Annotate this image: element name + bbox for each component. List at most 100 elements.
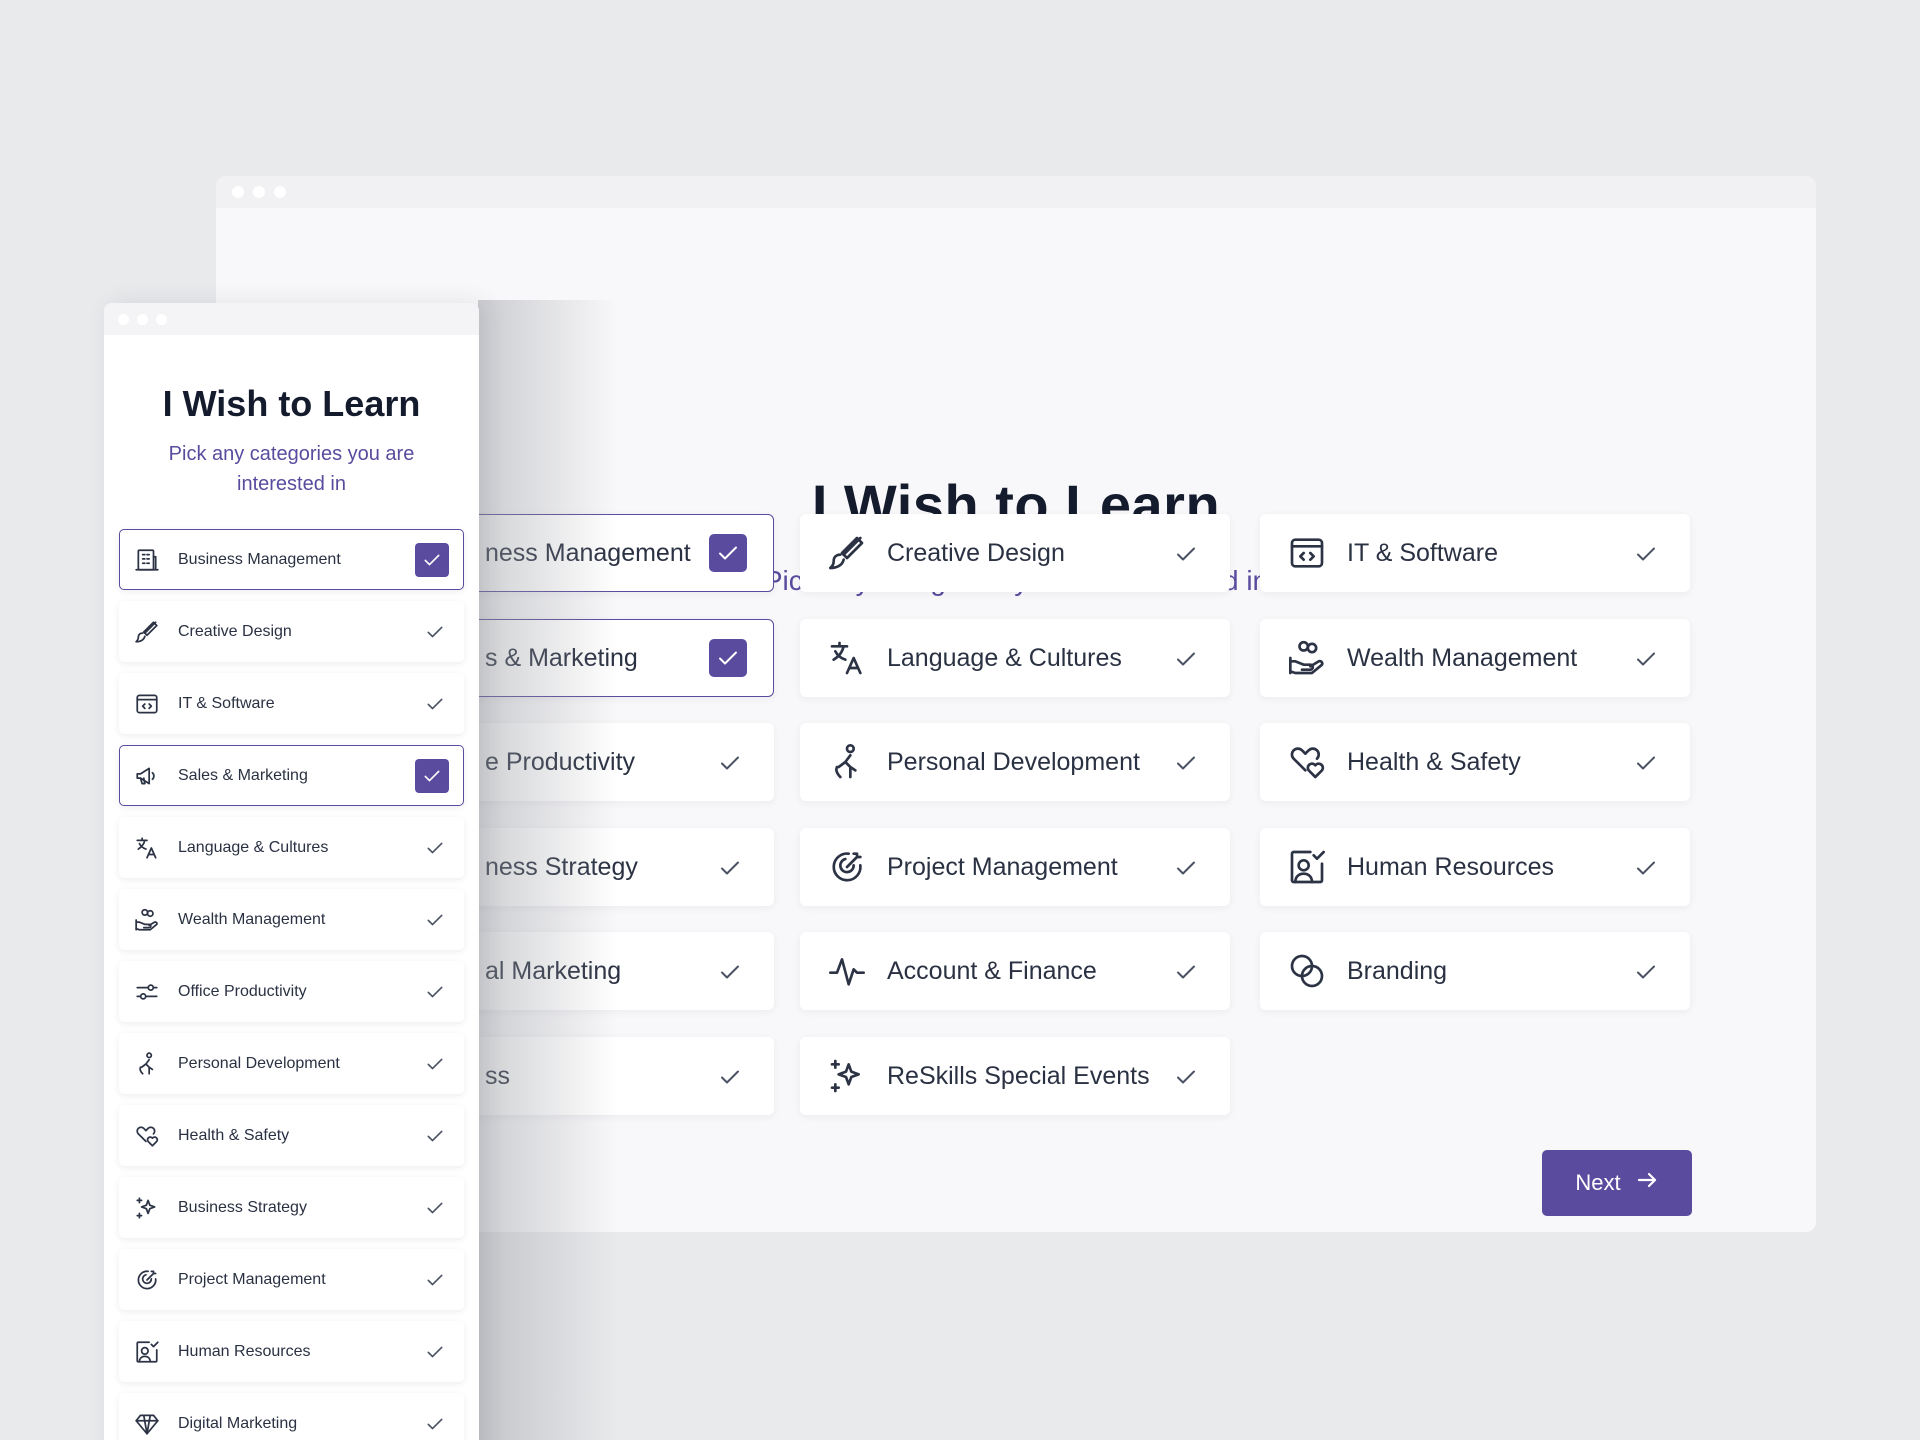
checkbox-checked[interactable] <box>415 543 449 577</box>
category-label: Business Strategy <box>178 1199 307 1216</box>
category-card-creative-design[interactable]: Creative Design <box>800 514 1230 592</box>
check-icon[interactable] <box>713 1060 747 1094</box>
stage: I Wish to Learn Pick any categories you … <box>0 0 1920 1440</box>
next-button-label: Next <box>1575 1170 1621 1195</box>
check-icon[interactable] <box>713 851 747 885</box>
check-icon[interactable] <box>713 746 747 780</box>
check-icon[interactable] <box>423 1124 447 1148</box>
check-icon[interactable] <box>423 836 447 860</box>
category-card-office-productivity[interactable]: Office Productivity <box>119 961 464 1022</box>
checkbox-checked[interactable] <box>415 759 449 793</box>
category-card-branding[interactable]: Branding <box>1260 932 1690 1010</box>
person-walking-icon <box>827 742 867 782</box>
check-icon[interactable] <box>1169 537 1203 571</box>
code-window-icon <box>1287 533 1327 573</box>
category-label: Language & Cultures <box>887 644 1122 672</box>
check-icon[interactable] <box>423 908 447 932</box>
category-card-business-management[interactable]: Business Management <box>119 529 464 590</box>
category-card-human-resources[interactable]: Human Resources <box>1260 828 1690 906</box>
check-icon[interactable] <box>1169 642 1203 676</box>
sparkles-icon <box>134 1195 160 1221</box>
window-shadow <box>478 300 618 1440</box>
category-card-it-and-software[interactable]: IT & Software <box>119 673 464 734</box>
mobile-window: I Wish to Learn Pick any categories you … <box>104 303 479 1440</box>
check-icon[interactable] <box>1629 851 1663 885</box>
translate-icon <box>134 835 160 861</box>
check-icon[interactable] <box>1629 746 1663 780</box>
check-icon[interactable] <box>423 980 447 1004</box>
category-label: Health & Safety <box>178 1127 290 1144</box>
person-walking-icon <box>134 1051 160 1077</box>
check-icon[interactable] <box>423 1052 447 1076</box>
user-check-icon <box>134 1339 160 1365</box>
check-icon[interactable] <box>423 1196 447 1220</box>
category-label: Project Management <box>178 1271 326 1288</box>
category-card-business-strategy[interactable]: Business Strategy <box>119 1177 464 1238</box>
check-icon[interactable] <box>423 1412 447 1436</box>
category-label: Health & Safety <box>1347 748 1521 776</box>
sliders-icon <box>134 979 160 1005</box>
checkbox-checked[interactable] <box>709 534 747 572</box>
target-icon <box>134 1267 160 1293</box>
check-icon[interactable] <box>1169 1060 1203 1094</box>
category-card-personal-development[interactable]: Personal Development <box>119 1033 464 1094</box>
window-dot <box>137 313 148 325</box>
category-label: Account & Finance <box>887 957 1097 985</box>
check-icon[interactable] <box>1629 537 1663 571</box>
category-label: Wealth Management <box>178 911 326 928</box>
mobile-page-title: I Wish to Learn <box>162 383 421 424</box>
check-icon[interactable] <box>1169 955 1203 989</box>
category-card-personal-development[interactable]: Personal Development <box>800 723 1230 801</box>
checkbox-checked[interactable] <box>709 639 747 677</box>
category-card-health-and-safety[interactable]: Health & Safety <box>1260 723 1690 801</box>
check-icon[interactable] <box>1169 746 1203 780</box>
category-label: Human Resources <box>178 1343 311 1360</box>
category-label: ReSkills Special Events <box>887 1062 1150 1090</box>
category-card-language-and-cultures[interactable]: Language & Cultures <box>119 817 464 878</box>
category-label: Wealth Management <box>1347 644 1578 672</box>
hand-coins-icon <box>1287 638 1327 678</box>
category-card-health-and-safety[interactable]: Health & Safety <box>119 1105 464 1166</box>
category-label: Personal Development <box>178 1055 340 1072</box>
target-icon <box>827 847 867 887</box>
activity-icon <box>827 951 867 991</box>
check-icon[interactable] <box>1629 955 1663 989</box>
category-label: Creative Design <box>178 623 292 640</box>
category-card-wealth-management[interactable]: Wealth Management <box>1260 619 1690 697</box>
category-card-it-and-software[interactable]: IT & Software <box>1260 514 1690 592</box>
check-icon[interactable] <box>423 692 447 716</box>
next-button[interactable]: Next <box>1542 1150 1692 1216</box>
check-icon[interactable] <box>713 955 747 989</box>
category-card-creative-design[interactable]: Creative Design <box>119 601 464 662</box>
category-label: Project Management <box>887 853 1118 881</box>
category-label: IT & Software <box>1347 539 1498 567</box>
category-card-human-resources[interactable]: Human Resources <box>119 1321 464 1382</box>
hearts-icon <box>134 1123 160 1149</box>
category-card-account-and-finance[interactable]: Account & Finance <box>800 932 1230 1010</box>
category-label: Branding <box>1347 957 1448 985</box>
check-icon[interactable] <box>1169 851 1203 885</box>
category-label: Office Productivity <box>178 983 307 1000</box>
category-card-wealth-management[interactable]: Wealth Management <box>119 889 464 950</box>
check-icon[interactable] <box>423 1340 447 1364</box>
check-icon[interactable] <box>423 620 447 644</box>
category-label: Creative Design <box>887 539 1065 567</box>
category-card-project-management[interactable]: Project Management <box>800 828 1230 906</box>
category-card-sales-and-marketing[interactable]: Sales & Marketing <box>119 745 464 806</box>
category-card-digital-marketing[interactable]: Digital Marketing <box>119 1393 464 1440</box>
category-label: Language & Cultures <box>178 839 329 856</box>
category-card-language-and-cultures[interactable]: Language & Cultures <box>800 619 1230 697</box>
building-icon <box>134 547 160 573</box>
check-icon[interactable] <box>1629 642 1663 676</box>
category-card-project-management[interactable]: Project Management <box>119 1249 464 1310</box>
hand-coins-icon <box>134 907 160 933</box>
code-window-icon <box>134 691 160 717</box>
diamond-icon <box>134 1411 160 1437</box>
translate-icon <box>827 638 867 678</box>
check-icon[interactable] <box>423 1268 447 1292</box>
category-label: Human Resources <box>1347 853 1555 881</box>
category-card-reskills-special-events[interactable]: ReSkills Special Events <box>800 1037 1230 1115</box>
category-label: Business Management <box>178 551 341 568</box>
category-label: IT & Software <box>178 695 275 712</box>
mobile-page-subtitle: Pick any categories you are interested i… <box>168 443 415 495</box>
